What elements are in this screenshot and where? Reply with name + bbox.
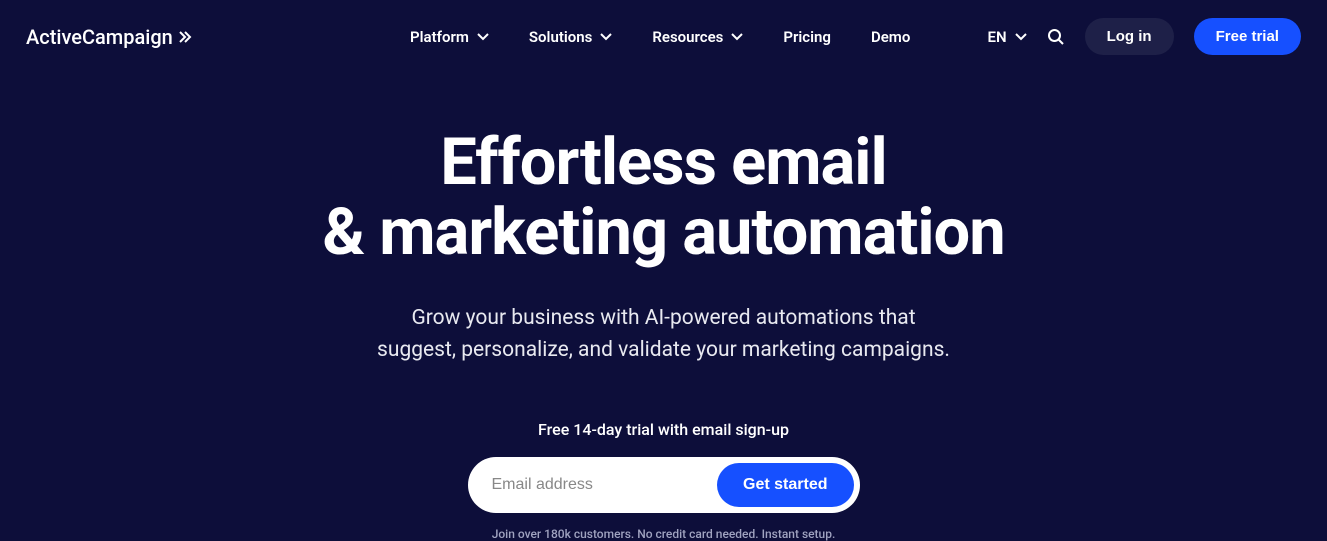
nav-demo[interactable]: Demo [871, 28, 910, 46]
nav-label: Platform [410, 28, 469, 46]
brand-name: ActiveCampaign [26, 25, 173, 49]
hero-subtitle-line1: Grow your business with AI-powered autom… [411, 306, 915, 330]
search-icon[interactable] [1047, 28, 1065, 46]
brand-logo[interactable]: ActiveCampaign [26, 25, 193, 49]
chevron-down-icon [600, 33, 612, 41]
language-selector[interactable]: EN [988, 28, 1027, 46]
logo-arrow-icon [177, 29, 193, 45]
nav-label: Solutions [529, 28, 592, 46]
main-nav: Platform Solutions Resources Pricing Dem… [410, 28, 910, 46]
nav-label: Resources [652, 28, 723, 46]
hero-title-line1: Effortless email [440, 124, 886, 200]
hero-subtitle-line2: suggest, personalize, and validate your … [377, 338, 950, 362]
nav-solutions[interactable]: Solutions [529, 28, 612, 46]
header-actions: EN Log in Free trial [988, 18, 1301, 55]
nav-platform[interactable]: Platform [410, 28, 489, 46]
signup-form: Get started [468, 457, 860, 513]
trial-label: Free 14-day trial with email sign-up [0, 420, 1327, 439]
login-button[interactable]: Log in [1085, 18, 1174, 55]
fine-print: Join over 180k customers. No credit card… [0, 527, 1327, 541]
nav-label: Demo [871, 28, 910, 46]
free-trial-button[interactable]: Free trial [1194, 18, 1301, 55]
email-input[interactable] [474, 464, 718, 506]
hero-subtitle: Grow your business with AI-powered autom… [0, 303, 1327, 366]
chevron-down-icon [731, 33, 743, 41]
nav-label: Pricing [783, 28, 831, 46]
nav-pricing[interactable]: Pricing [783, 28, 831, 46]
language-label: EN [988, 28, 1007, 46]
chevron-down-icon [1015, 33, 1027, 41]
hero-title-line2: & marketing automation [322, 194, 1004, 270]
hero-section: Effortless email & marketing automation … [0, 73, 1327, 541]
hero-title: Effortless email & marketing automation [0, 127, 1327, 267]
chevron-down-icon [477, 33, 489, 41]
site-header: ActiveCampaign Platform Solutions Resour… [0, 0, 1327, 73]
nav-resources[interactable]: Resources [652, 28, 743, 46]
get-started-button[interactable]: Get started [717, 463, 853, 507]
